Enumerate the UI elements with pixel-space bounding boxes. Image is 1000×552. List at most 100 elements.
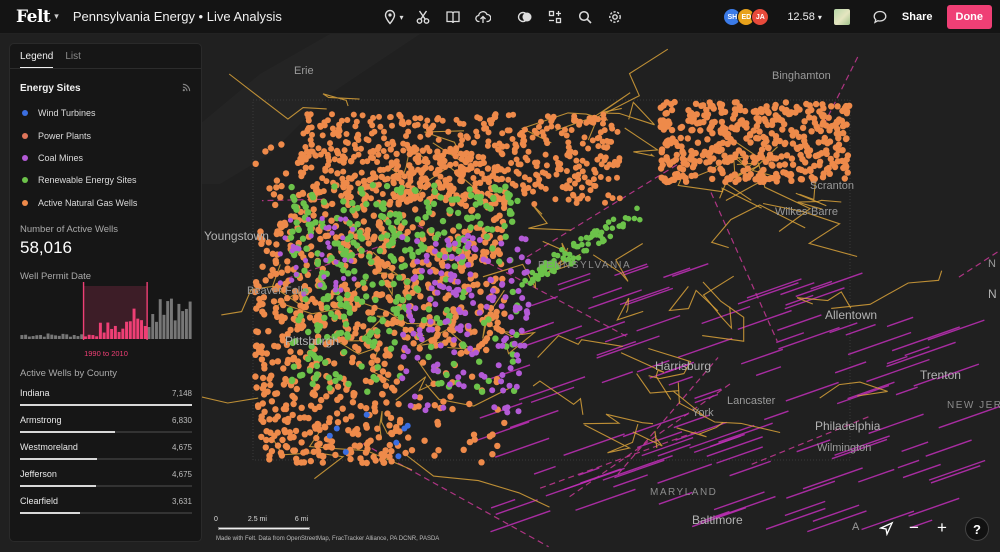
energy-site-point[interactable] (827, 155, 834, 163)
energy-site-point[interactable] (267, 381, 274, 389)
energy-site-point[interactable] (331, 360, 338, 367)
energy-site-point[interactable] (509, 288, 516, 296)
energy-site-point[interactable] (329, 230, 335, 236)
energy-site-point[interactable] (577, 195, 583, 202)
energy-site-point[interactable] (459, 293, 466, 301)
energy-site-point[interactable] (413, 285, 420, 292)
energy-site-point[interactable] (380, 200, 387, 207)
energy-site-point[interactable] (418, 336, 425, 343)
energy-site-point[interactable] (637, 216, 643, 223)
energy-site-point[interactable] (801, 118, 808, 125)
energy-site-point[interactable] (750, 108, 757, 115)
energy-site-point[interactable] (389, 122, 395, 129)
energy-site-point[interactable] (383, 153, 390, 160)
energy-site-point[interactable] (666, 139, 673, 146)
energy-site-point[interactable] (511, 340, 518, 347)
energy-site-point[interactable] (689, 126, 696, 134)
energy-site-point[interactable] (553, 171, 560, 178)
energy-site-point[interactable] (538, 183, 545, 190)
energy-site-point[interactable] (278, 269, 285, 276)
energy-site-point[interactable] (351, 268, 358, 275)
energy-site-point[interactable] (686, 112, 694, 119)
energy-site-point[interactable] (455, 247, 462, 255)
energy-site-point[interactable] (295, 226, 302, 233)
energy-site-point[interactable] (367, 118, 374, 125)
energy-site-point[interactable] (466, 400, 473, 408)
energy-site-point[interactable] (487, 276, 494, 283)
energy-site-point[interactable] (756, 128, 763, 135)
energy-site-point[interactable] (442, 331, 449, 338)
energy-site-point[interactable] (282, 235, 288, 241)
energy-site-point[interactable] (274, 228, 281, 235)
energy-site-point[interactable] (657, 104, 664, 111)
energy-site-point[interactable] (381, 128, 387, 135)
energy-site-point[interactable] (568, 127, 575, 133)
energy-site-point[interactable] (509, 218, 516, 225)
energy-site-point[interactable] (609, 125, 616, 132)
legend-item-coal-mines[interactable]: Coal Mines (10, 147, 201, 169)
energy-site-point[interactable] (768, 121, 776, 128)
energy-site-point[interactable] (328, 145, 335, 152)
energy-site-point[interactable] (597, 174, 604, 180)
energy-site-point[interactable] (433, 332, 441, 340)
energy-site-point[interactable] (313, 434, 320, 442)
energy-site-point[interactable] (435, 136, 442, 143)
energy-site-point[interactable] (375, 266, 382, 273)
energy-site-point[interactable] (507, 314, 514, 321)
energy-site-point[interactable] (539, 169, 546, 176)
energy-site-point[interactable] (502, 183, 509, 190)
energy-site-point[interactable] (590, 176, 597, 183)
energy-site-point[interactable] (436, 319, 444, 326)
energy-site-point[interactable] (494, 442, 501, 450)
energy-site-point[interactable] (814, 125, 821, 132)
energy-site-point[interactable] (523, 308, 530, 315)
energy-site-point[interactable] (603, 164, 610, 171)
energy-site-point[interactable] (468, 192, 475, 199)
energy-site-point[interactable] (820, 112, 827, 119)
collaborators[interactable]: SH ED JA (723, 8, 770, 26)
energy-site-point[interactable] (573, 157, 580, 164)
histogram-handle[interactable] (146, 281, 148, 340)
energy-site-point[interactable] (337, 301, 344, 308)
energy-site-point[interactable] (510, 111, 517, 118)
energy-site-point[interactable] (279, 436, 286, 444)
energy-site-point[interactable] (355, 180, 362, 187)
energy-site-point[interactable] (269, 250, 276, 257)
energy-site-point[interactable] (326, 157, 332, 164)
energy-site-point[interactable] (290, 363, 298, 370)
energy-site-point[interactable] (603, 144, 610, 151)
energy-site-point[interactable] (371, 400, 379, 407)
energy-site-point[interactable] (372, 296, 379, 304)
energy-site-point[interactable] (322, 443, 330, 451)
energy-site-point[interactable] (307, 457, 314, 465)
energy-site-point[interactable] (303, 245, 310, 252)
energy-site-point[interactable] (833, 152, 840, 159)
energy-site-point[interactable] (272, 201, 279, 209)
energy-site-point[interactable] (743, 120, 750, 127)
energy-site-point[interactable] (444, 263, 451, 270)
energy-site-point[interactable] (386, 352, 393, 359)
energy-site-point[interactable] (353, 134, 360, 141)
energy-site-point[interactable] (430, 200, 438, 207)
energy-site-point[interactable] (471, 328, 478, 335)
energy-site-point[interactable] (334, 419, 342, 426)
energy-site-point[interactable] (470, 139, 477, 146)
energy-site-point[interactable] (499, 372, 506, 378)
energy-site-point[interactable] (466, 286, 472, 293)
energy-site-point[interactable] (288, 183, 295, 191)
energy-site-point[interactable] (511, 149, 518, 155)
energy-site-point[interactable] (374, 328, 381, 335)
document-title[interactable]: Pennsylvania Energy • Live Analysis (73, 9, 282, 24)
energy-site-point[interactable] (342, 139, 349, 145)
energy-site-point[interactable] (563, 168, 570, 174)
energy-site-point[interactable] (305, 117, 312, 124)
energy-site-point[interactable] (423, 252, 430, 259)
energy-site-point[interactable] (449, 405, 456, 413)
energy-site-point[interactable] (779, 126, 786, 133)
energy-site-point[interactable] (316, 323, 324, 330)
energy-site-point[interactable] (463, 150, 470, 156)
energy-site-point[interactable] (743, 135, 750, 142)
energy-site-point[interactable] (332, 451, 339, 459)
energy-site-point[interactable] (437, 153, 444, 160)
energy-site-point[interactable] (300, 130, 307, 137)
